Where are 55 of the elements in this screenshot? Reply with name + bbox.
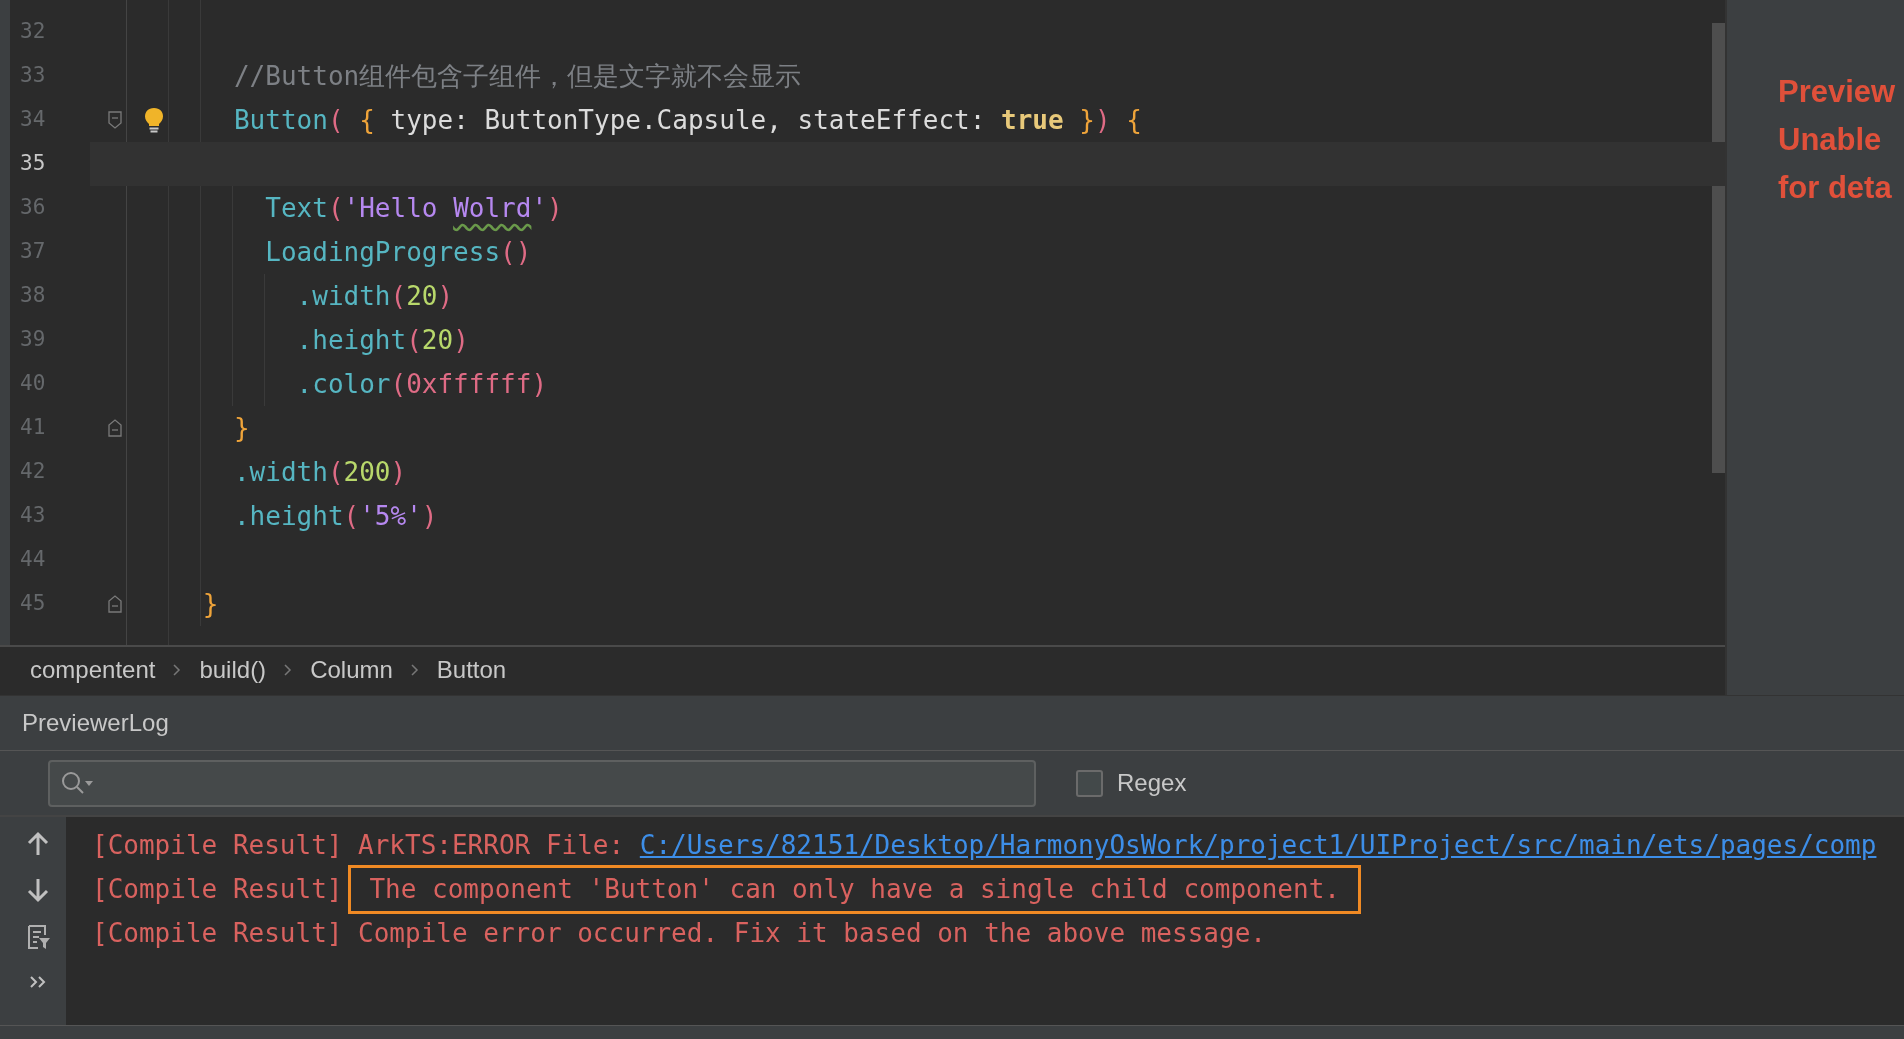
filter-list-icon[interactable] (25, 923, 51, 951)
chevron-icon (173, 664, 182, 676)
search-icon (60, 770, 94, 796)
chevron-icon (284, 664, 293, 676)
log-prefix: [Compile Result] (92, 916, 343, 950)
line-number: 45 (20, 591, 46, 616)
line-number: 35 (20, 151, 46, 176)
line-number: 44 (20, 547, 46, 572)
highlighted-message: The component 'Button' can only have a single child component. (348, 864, 1361, 914)
breadcrumb-item[interactable]: build() (199, 652, 267, 688)
fold-icon[interactable] (108, 111, 122, 129)
breadcrumb-item[interactable]: compentent (30, 652, 156, 688)
log-prefix: [Compile Result] (92, 828, 343, 862)
chevron-icon (410, 664, 419, 676)
code-line: .height('5%') (232, 500, 438, 533)
line-number: 37 (20, 239, 46, 264)
code-line: .color(0xffffff) (295, 368, 548, 401)
panel-title: PreviewerLog (22, 708, 169, 738)
code-line: Button( { type: ButtonType.Capsule, stateEffect: true }) { (232, 104, 1142, 137)
breadcrumb-item[interactable]: Button (436, 652, 507, 688)
search-field[interactable] (48, 759, 1036, 807)
line-number: 42 (20, 459, 46, 484)
log-message: ArkTS:ERROR File: C:/Users/82151/Desktop/HarmonyOsWork/project1/UIProject/src/main/ets/pages/comp (358, 828, 1877, 862)
code-line: } (232, 412, 250, 445)
code-line: Text('Hello Wolrd') (264, 192, 563, 225)
code-line: } (201, 588, 219, 621)
code-line: .width(200) (232, 456, 407, 489)
checkbox-label: Regex (1117, 768, 1187, 798)
fold-icon[interactable] (108, 595, 122, 613)
line-number: 40 (20, 371, 46, 396)
log-message: Compile error occurred. Fix it based on the above message. (358, 916, 1266, 950)
line-number: 41 (20, 415, 46, 440)
down-arrow-icon[interactable] (27, 877, 49, 903)
error-message: Preview (1778, 73, 1897, 111)
up-arrow-icon[interactable] (27, 831, 49, 857)
error-message: Unable (1778, 121, 1883, 159)
line-number: 38 (20, 283, 46, 308)
line-number: 33 (20, 63, 46, 88)
error-message: for deta (1778, 169, 1893, 207)
lightbulb-icon[interactable] (144, 107, 164, 133)
code-comment: //Button组件包含子组件，但是文字就不会显示 (232, 60, 802, 93)
line-number: 43 (20, 503, 46, 528)
breadcrumb-item[interactable]: Column (310, 652, 393, 688)
double-chevron-icon[interactable] (29, 975, 47, 989)
code-line: .height(20) (295, 324, 469, 357)
regex-checkbox[interactable] (1076, 769, 1103, 797)
line-number: 32 (20, 19, 46, 44)
line-number: 34 (20, 107, 46, 132)
fold-icon[interactable] (108, 419, 122, 437)
line-number: 36 (20, 195, 46, 220)
line-number: 39 (20, 327, 46, 352)
code-line: .width(20) (295, 280, 454, 313)
code-line: LoadingProgress() (264, 236, 532, 269)
log-prefix: [Compile Result] (92, 872, 343, 906)
file-link[interactable]: C:/Users/82151/Desktop/HarmonyOsWork/project1/UIProject/src/main/ets/pages/comp (639, 829, 1877, 860)
